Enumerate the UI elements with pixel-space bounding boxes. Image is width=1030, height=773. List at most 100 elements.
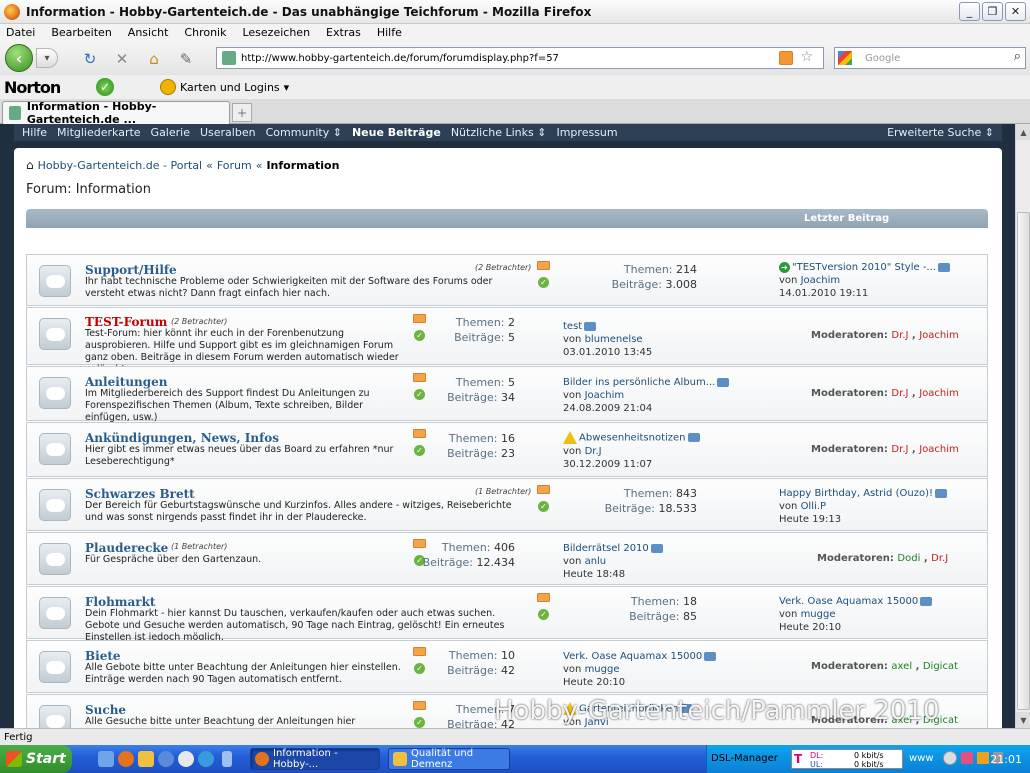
menu-ansicht[interactable]: Ansicht bbox=[128, 26, 169, 39]
stop-icon[interactable]: ✕ bbox=[112, 49, 132, 69]
forward-dropdown-button[interactable]: ▾ bbox=[36, 48, 58, 68]
forum-title-link[interactable]: Ankündigungen, News, Infos bbox=[85, 431, 279, 445]
nav-useralben[interactable]: Useralben bbox=[200, 126, 256, 139]
scroll-thumb[interactable] bbox=[1017, 212, 1030, 710]
nav-galerie[interactable]: Galerie bbox=[151, 126, 190, 139]
last-post-title-link[interactable]: Verk. Oase Aquamax 15000 bbox=[563, 651, 702, 662]
menu-chronik[interactable]: Chronik bbox=[184, 26, 226, 39]
minimize-button[interactable]: _ bbox=[959, 2, 980, 21]
nav-community[interactable]: Community ⇕ bbox=[266, 126, 342, 139]
last-post-user-link[interactable]: Joachim bbox=[801, 275, 841, 286]
ie-quicklaunch-icon[interactable] bbox=[98, 751, 114, 767]
quicklaunch-expand-icon[interactable] bbox=[222, 751, 232, 767]
menu-lesezeichen[interactable]: Lesezeichen bbox=[242, 26, 310, 39]
menu-bearbeiten[interactable]: Bearbeiten bbox=[51, 26, 111, 39]
rss-feed-icon[interactable] bbox=[779, 51, 793, 65]
last-post-title-link[interactable]: "TESTversion 2010" Style -... bbox=[792, 262, 936, 273]
breadcrumb-portal[interactable]: Hobby-Gartenteich.de - Portal bbox=[38, 159, 202, 172]
go-to-post-icon[interactable] bbox=[704, 651, 717, 661]
search-box[interactable]: Google ⌕ bbox=[834, 47, 1026, 69]
moderator-link[interactable]: Joachim bbox=[919, 330, 959, 341]
breadcrumb-forum[interactable]: Forum bbox=[217, 159, 252, 172]
forum-title-link[interactable]: TEST-Forum bbox=[85, 315, 167, 329]
last-post-title-link[interactable]: Abwesenheitsnotizen bbox=[579, 433, 686, 444]
nav-impressum[interactable]: Impressum bbox=[556, 126, 617, 139]
last-post-title-link[interactable]: Bilderrätsel 2010 bbox=[563, 543, 649, 554]
address-bar[interactable]: http://www.hobby-gartenteich.de/forum/fo… bbox=[216, 47, 824, 69]
start-button[interactable]: Start bbox=[0, 745, 72, 773]
forum-title-link[interactable]: Support/Hilfe bbox=[85, 263, 177, 277]
karten-logins-button[interactable]: Karten und Logins ▾ bbox=[160, 79, 289, 95]
moderator-link[interactable]: axel bbox=[891, 661, 912, 672]
home-icon[interactable]: ⌂ bbox=[144, 49, 164, 69]
task-firefox[interactable]: Information - Hobby-... bbox=[250, 748, 380, 770]
last-post-title-link[interactable]: test bbox=[563, 321, 582, 332]
last-post-user-link[interactable]: mugge bbox=[585, 664, 620, 675]
bookmark-star-icon[interactable]: ☆ bbox=[800, 49, 813, 65]
go-to-post-icon[interactable] bbox=[650, 543, 663, 553]
nav-mitgliederkarte[interactable]: Mitgliederkarte bbox=[57, 126, 141, 139]
last-post-title-link[interactable]: Bilder ins persönliche Album... bbox=[563, 377, 715, 388]
forum-title-link[interactable]: Anleitungen bbox=[85, 375, 168, 389]
dsl-manager-label[interactable]: DSL-Manager bbox=[711, 753, 778, 764]
go-to-post-icon[interactable] bbox=[687, 433, 700, 442]
forum-title-link[interactable]: Suche bbox=[85, 703, 126, 717]
last-post-user-link[interactable]: anlu bbox=[585, 556, 607, 567]
last-post-user-link[interactable]: blumenelse bbox=[585, 334, 643, 345]
nav-hilfe[interactable]: Hilfe bbox=[22, 126, 47, 139]
close-button[interactable]: ✕ bbox=[1005, 2, 1026, 21]
tab-information[interactable]: Information - Hobby-Gartenteich.de ... bbox=[2, 100, 230, 126]
moderator-link[interactable]: Dr.J bbox=[891, 330, 908, 341]
last-post-user-link[interactable]: mugge bbox=[801, 609, 836, 620]
media-quicklaunch-icon[interactable] bbox=[158, 751, 174, 767]
menu-hilfe[interactable]: Hilfe bbox=[377, 26, 402, 39]
moderator-link[interactable]: Digicat bbox=[923, 661, 958, 672]
nav-nuetzliche-links[interactable]: Nützliche Links ⇕ bbox=[451, 126, 547, 139]
go-to-post-icon[interactable] bbox=[717, 377, 730, 387]
home-icon[interactable]: ⌂ bbox=[26, 158, 34, 172]
moderator-link[interactable]: Dr.J bbox=[931, 553, 948, 564]
go-to-post-icon[interactable] bbox=[937, 262, 950, 272]
extension-icon[interactable]: ✎ bbox=[176, 49, 196, 69]
forum-title-link[interactable]: Schwarzes Brett bbox=[85, 487, 195, 501]
forum-title-link[interactable]: Flohmarkt bbox=[85, 595, 155, 609]
moderator-link[interactable]: Joachim bbox=[919, 388, 959, 399]
go-to-post-icon[interactable] bbox=[584, 321, 597, 331]
tray-expand-icon[interactable] bbox=[943, 751, 957, 765]
tray-app-icon[interactable] bbox=[961, 752, 973, 764]
vertical-scrollbar[interactable]: ▲ ▼ bbox=[1015, 124, 1030, 728]
maximize-button[interactable]: ❐ bbox=[982, 2, 1003, 21]
firefox-quicklaunch-icon[interactable] bbox=[118, 751, 134, 767]
scroll-up-button[interactable]: ▲ bbox=[1016, 124, 1030, 140]
google-icon[interactable] bbox=[838, 51, 852, 65]
new-tab-button[interactable]: + bbox=[232, 103, 252, 122]
moderator-link[interactable]: Joachim bbox=[919, 444, 959, 455]
nav-erweiterte-suche[interactable]: Erweiterte Suche ⇕ bbox=[887, 126, 994, 139]
globe-quicklaunch-icon[interactable] bbox=[198, 751, 214, 767]
last-post-title-link[interactable]: Happy Birthday, Astrid (Ouzo)! bbox=[779, 488, 933, 499]
tmobile-speed-widget[interactable]: T DL: UL: 0 kbit/s 0 kbit/s bbox=[791, 749, 903, 769]
menu-extras[interactable]: Extras bbox=[326, 26, 361, 39]
go-to-post-icon[interactable] bbox=[920, 596, 933, 606]
go-to-post-icon[interactable] bbox=[934, 488, 947, 498]
last-post-user-link[interactable]: Olli.P bbox=[801, 501, 826, 512]
moderator-link[interactable]: Dr.J bbox=[891, 388, 908, 399]
reload-icon[interactable]: ↻ bbox=[80, 49, 100, 69]
search-icon[interactable]: ⌕ bbox=[1014, 49, 1021, 64]
clock-quicklaunch-icon[interactable] bbox=[178, 751, 194, 767]
moderator-link[interactable]: Dr.J bbox=[891, 444, 908, 455]
forum-title-link[interactable]: Plauderecke bbox=[85, 541, 168, 555]
last-post-user-link[interactable]: Dr.J bbox=[585, 446, 602, 457]
forum-title-link[interactable]: Biete bbox=[85, 649, 121, 663]
rss-feed-icon[interactable] bbox=[537, 261, 550, 270]
moderator-link[interactable]: Dodi bbox=[897, 553, 920, 564]
menu-datei[interactable]: Datei bbox=[6, 26, 35, 39]
norton-check-icon[interactable]: ✓ bbox=[96, 78, 114, 96]
tray-app-icon[interactable] bbox=[977, 752, 989, 764]
back-button[interactable]: ‹ bbox=[5, 44, 33, 72]
rss-feed-icon[interactable] bbox=[537, 593, 550, 602]
nav-neue-beitraege[interactable]: Neue Beiträge bbox=[352, 126, 441, 139]
rss-feed-icon[interactable] bbox=[537, 485, 550, 494]
task-folder[interactable]: Qualität und Demenz bbox=[388, 748, 510, 770]
scroll-down-button[interactable]: ▼ bbox=[1016, 712, 1030, 728]
